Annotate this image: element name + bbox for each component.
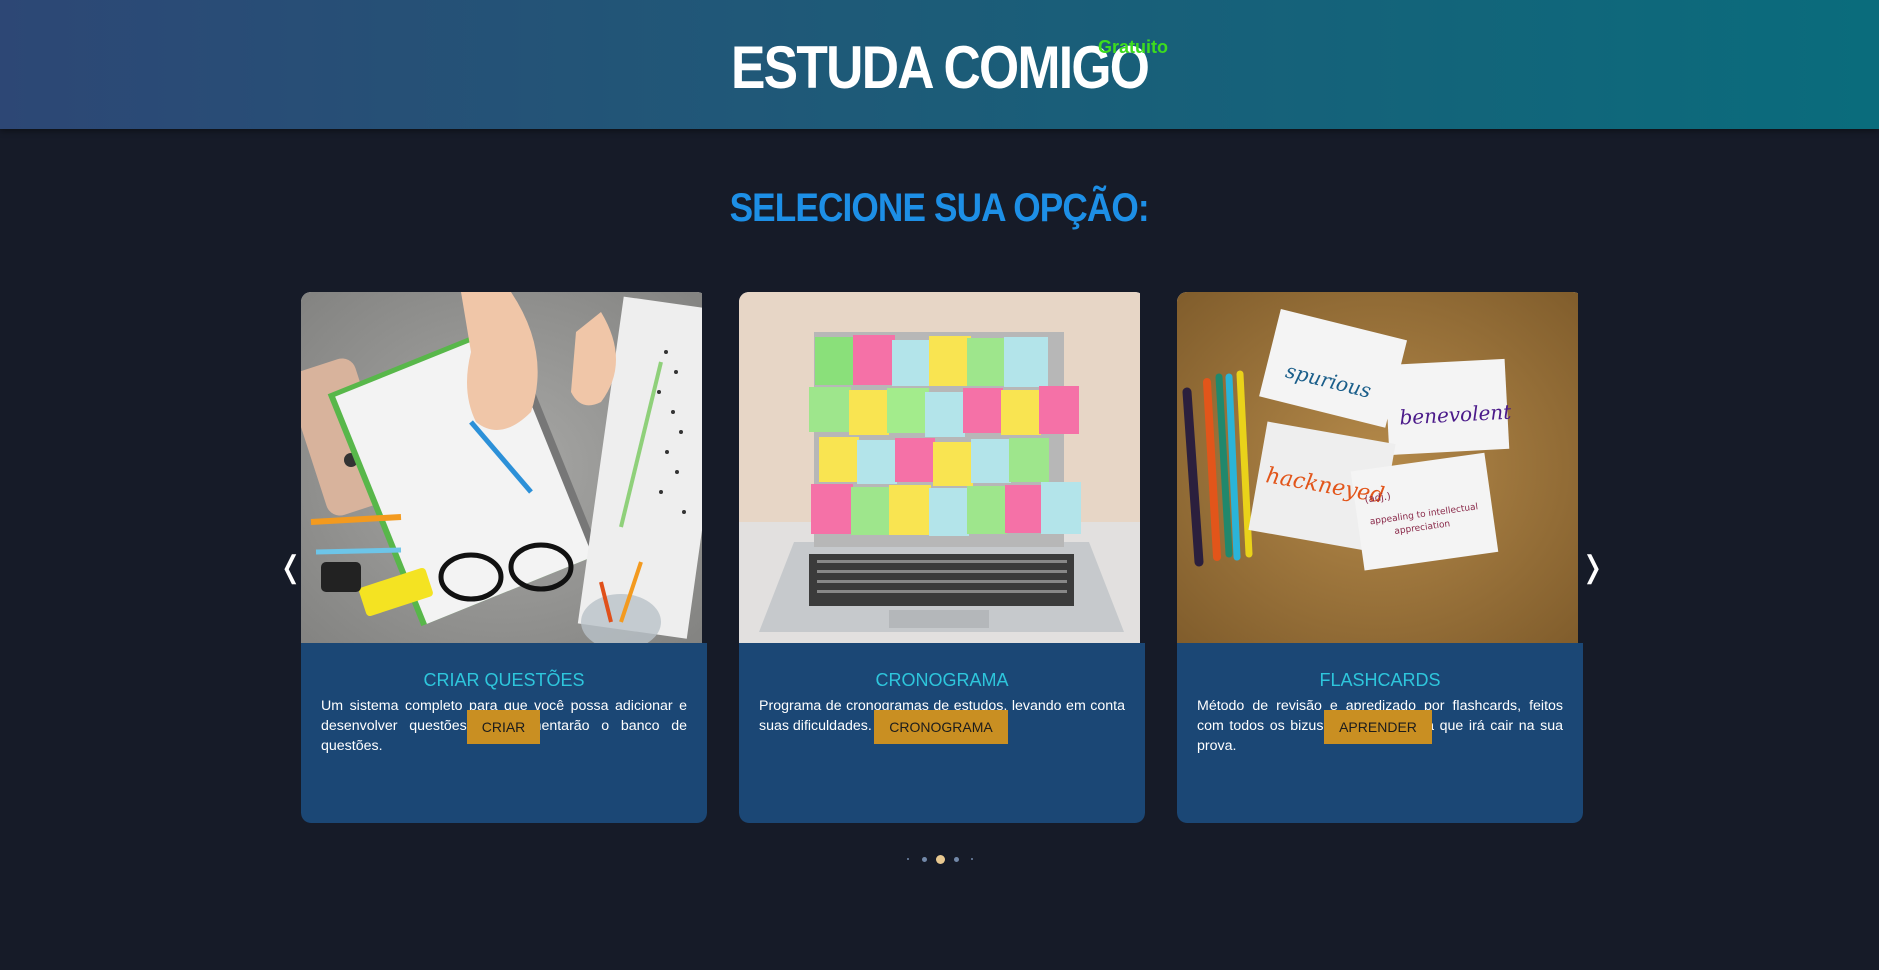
cronograma-button[interactable]: CRONOGRAMA [874,710,1008,744]
flashcards-photo: spurious benevolent hackneyed (adj.) app… [1177,292,1578,643]
card-flashcards: spurious benevolent hackneyed (adj.) app… [1177,292,1583,823]
carousel-dot[interactable] [953,856,959,862]
carousel-next-button[interactable]: ❭ [1580,548,1605,588]
card-title: FLASHCARDS [1319,670,1441,690]
section-title-text: SELECIONE SUA OPÇÃO: [729,186,1150,230]
criar-button[interactable]: CRIAR [467,710,540,744]
card-title: CRONOGRAMA [875,670,1009,690]
carousel-pagination [0,853,1879,865]
carousel-dot[interactable] [971,858,973,860]
section-title: SELECIONE SUA OPÇÃO: [0,186,1879,231]
carousel-dot[interactable] [921,856,927,862]
carousel-prev-button[interactable]: ❬ [278,548,303,588]
site-title: ESTUDA COMIGO [730,34,1150,101]
free-badge: Gratuito [1098,37,1168,57]
aprender-button[interactable]: APRENDER [1324,710,1432,744]
carousel-dot[interactable] [935,854,945,864]
laptop-sticky-notes-photo [739,292,1140,643]
carousel-dot[interactable] [907,858,909,860]
card-title: CRIAR QUESTÕES [423,670,585,690]
notebook-writing-photo [301,292,702,643]
brand: ESTUDA COMIGO [0,34,1879,102]
card-cronograma: CRONOGRAMA Programa de cronogramas de es… [739,292,1145,823]
site-header: ESTUDA COMIGO Gratuito [0,0,1879,129]
card-criar-questoes: CRIAR QUESTÕES Um sistema completo para … [301,292,707,823]
